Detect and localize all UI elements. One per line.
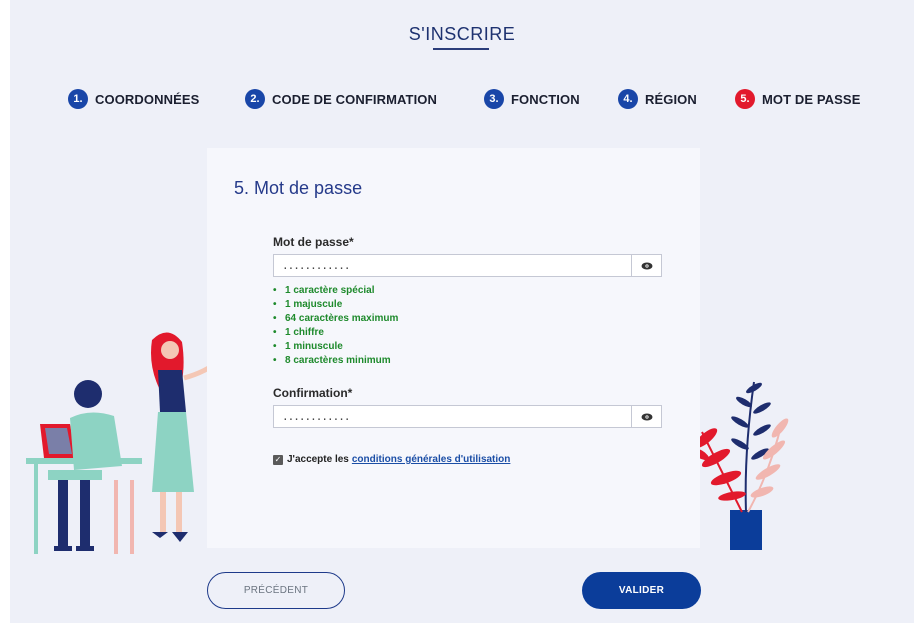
show-password-button[interactable] <box>631 254 662 277</box>
step-label: MOT DE PASSE <box>762 91 861 107</box>
confirmation-field-row: ............ <box>273 405 662 428</box>
rule-item: 1 minuscule <box>273 340 398 354</box>
confirmation-label: Confirmation* <box>273 386 353 400</box>
step-label: RÉGION <box>645 91 697 107</box>
step-number: 4. <box>618 89 638 109</box>
terms-link[interactable]: conditions générales d'utilisation <box>352 454 511 465</box>
step-fonction: 3. FONCTION <box>484 88 580 110</box>
eye-icon <box>641 262 652 269</box>
signup-page: S'INSCRIRE 1. COORDONNÉES 2. CODE DE CON… <box>10 0 914 623</box>
stepper: 1. COORDONNÉES 2. CODE DE CONFIRMATION 3… <box>10 88 914 110</box>
step-mot-de-passe: 5. MOT DE PASSE <box>735 88 860 110</box>
step-code-confirmation: 2. CODE DE CONFIRMATION <box>245 88 437 110</box>
terms-checkbox[interactable]: ✓ <box>273 454 283 465</box>
confirmation-input[interactable]: ............ <box>273 405 631 428</box>
rule-item: 64 caractères maximum <box>273 312 398 326</box>
previous-button[interactable]: PRÉCÉDENT <box>207 572 345 609</box>
step-number: 3. <box>484 89 504 109</box>
terms-row: ✓ J'accepte les conditions générales d'u… <box>273 454 510 465</box>
show-confirmation-button[interactable] <box>631 405 662 428</box>
step-number: 1. <box>68 89 88 109</box>
password-rules-list: 1 caractère spécial 1 majuscule 64 carac… <box>273 284 398 368</box>
step-coordonnees: 1. COORDONNÉES <box>68 88 199 110</box>
step-label: COORDONNÉES <box>95 91 200 107</box>
validate-button[interactable]: VALIDER <box>582 572 701 609</box>
title-underline <box>433 48 489 50</box>
password-label: Mot de passe* <box>273 235 354 249</box>
eye-icon <box>641 413 652 420</box>
password-field-row: ............ <box>273 254 662 277</box>
rule-item: 1 majuscule <box>273 298 398 312</box>
step-label: FONCTION <box>511 91 580 107</box>
rule-item: 8 caractères minimum <box>273 354 398 368</box>
rule-item: 1 caractère spécial <box>273 284 398 298</box>
rule-item: 1 chiffre <box>273 326 398 340</box>
step-label: CODE DE CONFIRMATION <box>272 91 437 107</box>
form-title: 5. Mot de passe <box>234 178 363 198</box>
step-region: 4. RÉGION <box>618 88 697 110</box>
terms-text: J'accepte les <box>287 454 349 465</box>
page-title: S'INSCRIRE <box>408 24 516 44</box>
password-input[interactable]: ............ <box>273 254 631 277</box>
step-number: 2. <box>245 89 265 109</box>
people-illustration <box>26 332 222 554</box>
step-number: 5. <box>735 89 755 109</box>
plant-illustration <box>691 381 789 550</box>
password-form-card: 5. Mot de passe Mot de passe* ..........… <box>207 148 700 548</box>
